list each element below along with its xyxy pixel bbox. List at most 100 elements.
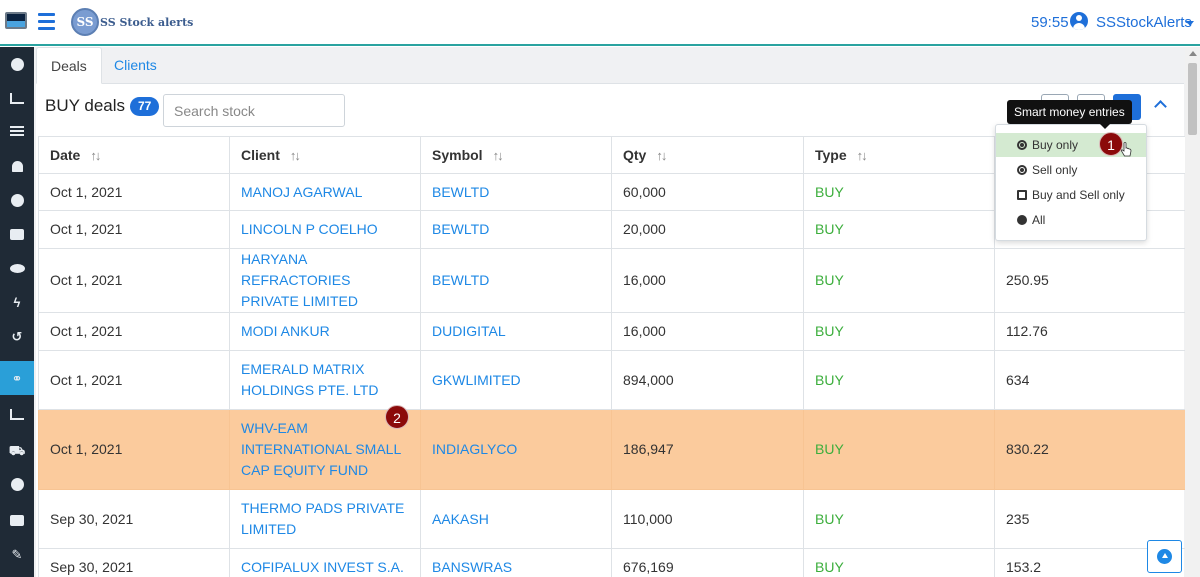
- table-row-highlighted[interactable]: Oct 1, 2021 WHV-EAM INTERNATIONAL SMALL …: [38, 409, 1188, 490]
- cell-price: 830.22: [994, 409, 1188, 490]
- logo-text: SS Stock alerts: [100, 15, 194, 29]
- pie-chart-icon: [1017, 215, 1027, 225]
- app-window-icon: [5, 12, 27, 29]
- top-bar: SS SS Stock alerts 59:55 SSStockAlerts: [0, 0, 1200, 46]
- cell-client-link[interactable]: EMERALD MATRIX HOLDINGS PTE. LTD: [229, 350, 421, 410]
- cell-client-link[interactable]: THERMO PADS PRIVATE LIMITED: [229, 489, 421, 549]
- cell-type: BUY: [803, 350, 995, 410]
- info-icon[interactable]: [0, 183, 34, 217]
- user-circle-icon[interactable]: [1070, 12, 1088, 30]
- save-icon: [1017, 190, 1027, 200]
- sort-icon[interactable]: ↑↓: [493, 148, 504, 163]
- chevron-up-icon[interactable]: [1154, 100, 1167, 113]
- scroll-up-arrow-icon[interactable]: [1189, 51, 1197, 56]
- cell-price: 112.76: [994, 312, 1188, 351]
- table-row[interactable]: Sep 30, 2021 COFIPALUX INVEST S.A. BANSW…: [38, 548, 1188, 577]
- cell-type: BUY: [803, 248, 995, 313]
- cell-symbol-link[interactable]: BEWLTD: [420, 210, 612, 249]
- sort-icon[interactable]: ↑↓: [90, 148, 101, 163]
- sidebar: ϟ ↺ ⚭ ⛟ ✎: [0, 47, 34, 577]
- tab-deals[interactable]: Deals: [36, 47, 102, 84]
- cell-date: Oct 1, 2021: [38, 409, 230, 490]
- cell-client-link[interactable]: HARYANA REFRACTORIES PRIVATE LIMITED: [229, 248, 421, 313]
- hand-cursor-icon: [1120, 142, 1132, 157]
- scrollbar[interactable]: [1185, 47, 1200, 577]
- handshake-icon[interactable]: ⚭: [0, 361, 34, 395]
- cell-client-link[interactable]: MANOJ AGARWAL: [229, 173, 421, 211]
- sort-icon[interactable]: ↑↓: [290, 148, 301, 163]
- bell-icon[interactable]: [0, 149, 34, 183]
- cell-client-link[interactable]: COFIPALUX INVEST S.A.: [229, 548, 421, 577]
- cell-date: Oct 1, 2021: [38, 248, 230, 313]
- step-badge-2: 2: [385, 405, 409, 429]
- cell-type: BUY: [803, 548, 995, 577]
- dot-circle-icon: [1017, 165, 1027, 175]
- table-row[interactable]: Oct 1, 2021 HARYANA REFRACTORIES PRIVATE…: [38, 248, 1188, 313]
- back-to-top-button[interactable]: [1147, 540, 1182, 573]
- cell-qty: 110,000: [611, 489, 804, 549]
- logo[interactable]: SS SS Stock alerts: [71, 8, 193, 36]
- column-header-symbol[interactable]: Symbol ↑↓: [420, 136, 612, 174]
- cell-client-link[interactable]: MODI ANKUR: [229, 312, 421, 351]
- cell-qty: 16,000: [611, 248, 804, 313]
- cell-price: 634: [994, 350, 1188, 410]
- sort-icon[interactable]: ↑↓: [857, 148, 868, 163]
- session-timer: 59:55: [1031, 14, 1069, 31]
- list-icon[interactable]: [0, 115, 34, 149]
- logo-badge: SS: [71, 8, 99, 36]
- cell-date: Sep 30, 2021: [38, 489, 230, 549]
- cell-qty: 60,000: [611, 173, 804, 211]
- column-header-qty[interactable]: Qty ↑↓: [611, 136, 804, 174]
- cell-type: BUY: [803, 173, 995, 211]
- history-icon[interactable]: ↺: [0, 319, 34, 353]
- cell-symbol-link[interactable]: INDIAGLYCO: [420, 409, 612, 490]
- hamburger-menu-icon[interactable]: [38, 13, 55, 31]
- p-badge-icon[interactable]: [0, 467, 34, 501]
- dropdown-item-all[interactable]: All: [996, 208, 1146, 232]
- caret-down-icon[interactable]: [1186, 21, 1194, 26]
- dropdown-item-buy-and-sell[interactable]: Buy and Sell only: [996, 183, 1146, 207]
- cell-qty: 20,000: [611, 210, 804, 249]
- briefcase-icon[interactable]: [0, 217, 34, 251]
- cell-date: Oct 1, 2021: [38, 312, 230, 351]
- bolt-icon[interactable]: ϟ: [0, 285, 34, 319]
- table-row[interactable]: Oct 1, 2021 EMERALD MATRIX HOLDINGS PTE.…: [38, 350, 1188, 410]
- column-header-date[interactable]: Date ↑↓: [38, 136, 230, 174]
- page-title: BUY deals: [45, 96, 126, 115]
- user-menu[interactable]: SSStockAlerts: [1096, 14, 1192, 31]
- dashboard-icon[interactable]: [0, 47, 34, 81]
- dropdown-item-sell-only[interactable]: Sell only: [996, 158, 1146, 182]
- tab-clients[interactable]: Clients: [100, 47, 171, 84]
- cell-qty: 186,947: [611, 409, 804, 490]
- cell-symbol-link[interactable]: BANSWRAS: [420, 548, 612, 577]
- cell-symbol-link[interactable]: DUDIGITAL: [420, 312, 612, 351]
- dot-circle-icon: [1017, 140, 1027, 150]
- cell-type: BUY: [803, 312, 995, 351]
- sort-icon[interactable]: ↑↓: [656, 148, 667, 163]
- cell-client-link[interactable]: LINCOLN P COELHO: [229, 210, 421, 249]
- cell-symbol-link[interactable]: BEWLTD: [420, 248, 612, 313]
- cell-symbol-link[interactable]: AAKASH: [420, 489, 612, 549]
- cell-symbol-link[interactable]: GKWLIMITED: [420, 350, 612, 410]
- cell-symbol-link[interactable]: BEWLTD: [420, 173, 612, 211]
- cell-qty: 16,000: [611, 312, 804, 351]
- eye-icon[interactable]: [0, 251, 34, 285]
- cell-type: BUY: [803, 210, 995, 249]
- cell-date: Oct 1, 2021: [38, 350, 230, 410]
- chart-line-icon[interactable]: [0, 81, 34, 115]
- deal-count-badge: 77: [130, 97, 160, 116]
- table-row[interactable]: Oct 1, 2021 MODI ANKUR DUDIGITAL 16,000 …: [38, 312, 1188, 351]
- scroll-thumb[interactable]: [1188, 63, 1197, 135]
- cell-qty: 894,000: [611, 350, 804, 410]
- cell-date: Sep 30, 2021: [38, 548, 230, 577]
- column-header-client[interactable]: Client ↑↓: [229, 136, 421, 174]
- envelope-icon[interactable]: [0, 503, 34, 537]
- column-header-type[interactable]: Type ↑↓: [803, 136, 995, 174]
- bar-chart-icon[interactable]: [0, 397, 34, 431]
- cart-icon[interactable]: ⛟: [0, 433, 34, 467]
- wrench-icon[interactable]: ✎: [0, 537, 34, 571]
- cell-price: 250.95: [994, 248, 1188, 313]
- table-row[interactable]: Sep 30, 2021 THERMO PADS PRIVATE LIMITED…: [38, 489, 1188, 549]
- tab-bar: Deals Clients: [36, 47, 1184, 84]
- search-input[interactable]: [163, 94, 345, 127]
